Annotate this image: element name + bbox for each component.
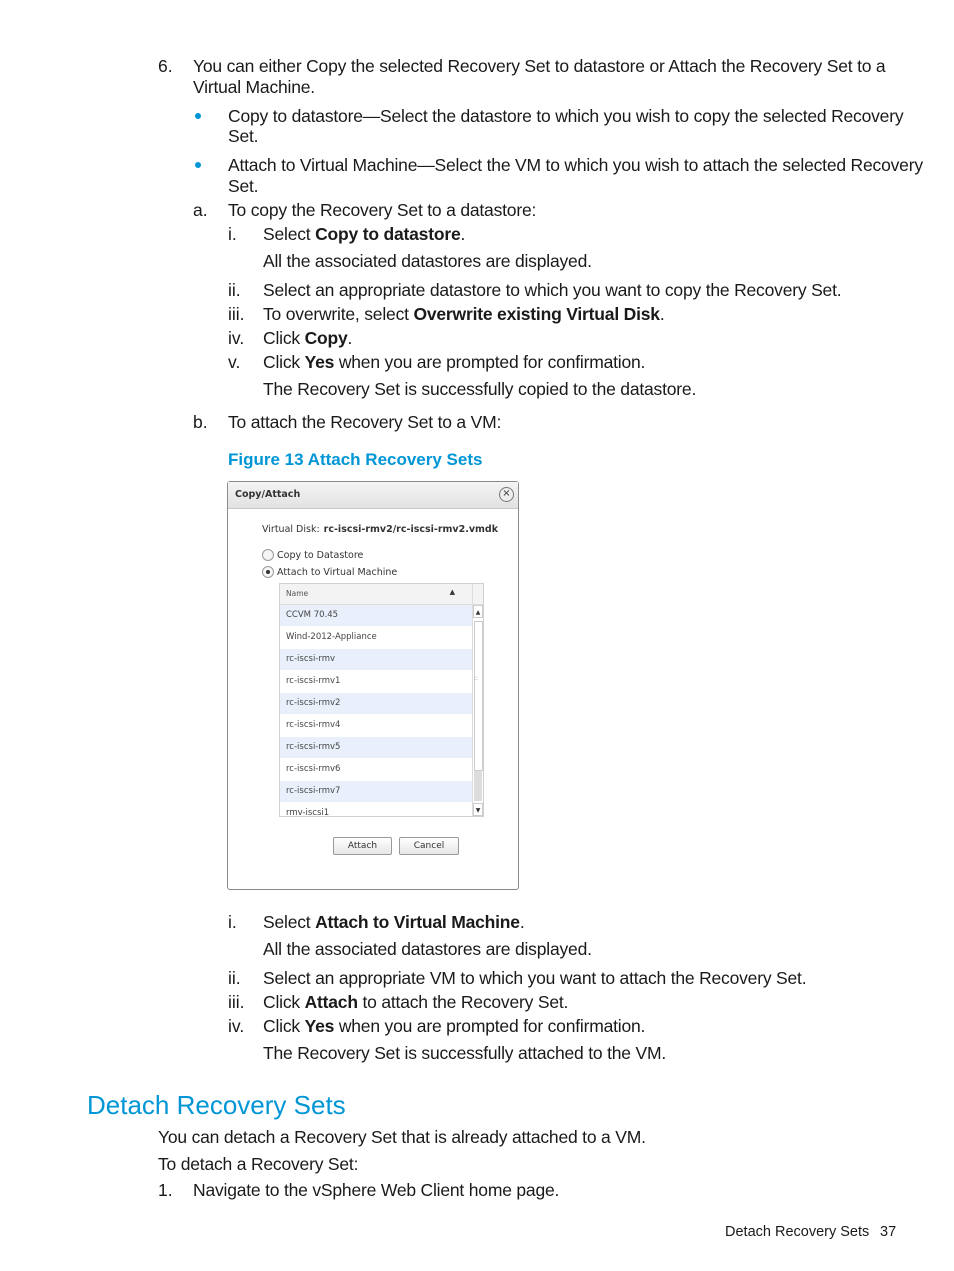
scrollbar[interactable]: ▲ :: ▼ [472, 605, 483, 816]
header-spacer [472, 584, 483, 604]
close-icon[interactable]: × [499, 487, 514, 502]
roman-number: iv. [228, 1016, 245, 1036]
roman-number: iii. [228, 992, 245, 1012]
bullet-text: Set. [228, 126, 259, 146]
step-number: 6. [158, 56, 173, 76]
instruction-note: All the associated datastores are displa… [263, 251, 592, 271]
scroll-up-icon[interactable]: ▲ [473, 605, 483, 618]
scroll-track[interactable] [474, 771, 482, 801]
instruction: Select Copy to datastore. [263, 224, 466, 244]
roman-number: i. [228, 912, 237, 932]
radio-attach-to-vm[interactable]: Attach to Virtual Machine [262, 566, 397, 578]
roman-number: ii. [228, 280, 241, 300]
instruction-note: The Recovery Set is successfully copied … [263, 379, 697, 399]
vm-list-row[interactable]: CCVM 70.45 [280, 605, 472, 627]
section-intro: You can detach a Recovery Set that is al… [158, 1127, 646, 1147]
instruction: Select Attach to Virtual Machine. [263, 912, 525, 932]
virtual-disk-label: Virtual Disk: [262, 524, 320, 535]
bullet-text: Set. [228, 176, 259, 196]
substep-text: To copy the Recovery Set to a datastore: [228, 200, 537, 220]
radio-label: Copy to Datastore [277, 549, 364, 561]
instruction-note: All the associated datastores are displa… [263, 939, 592, 959]
bullet-text: Attach to Virtual Machine—Select the VM … [228, 155, 923, 175]
attach-button[interactable]: Attach [333, 837, 392, 855]
instruction-note: The Recovery Set is successfully attache… [263, 1043, 666, 1063]
instruction: Select an appropriate datastore to which… [263, 280, 842, 300]
roman-number: ii. [228, 968, 241, 988]
substep-label: a. [193, 200, 208, 220]
radio-label: Attach to Virtual Machine [277, 566, 398, 578]
grip-icon: :: [474, 675, 479, 682]
bullet-icon [195, 113, 201, 119]
step-text: You can either Copy the selected Recover… [193, 56, 886, 76]
roman-number: iii. [228, 304, 245, 324]
vm-list-row[interactable]: rc-iscsi-rmv5 [280, 737, 472, 759]
virtual-disk-value: rc-iscsi-rmv2/rc-iscsi-rmv2.vmdk [323, 524, 499, 535]
page-number: 37 [880, 1224, 897, 1240]
vm-list-grid: Name ▲ CCVM 70.45 Wind-2012-Appliance rc-i… [279, 583, 484, 825]
sort-ascending-icon[interactable]: ▲ [450, 588, 455, 596]
copy-attach-dialog: Copy/Attach × Virtual Disk: rc-iscsi-rmv2… [227, 481, 519, 890]
radio-copy-to-datastore[interactable]: Copy to Datastore [262, 549, 363, 561]
bullet-text: Copy to datastore—Select the datastore t… [228, 106, 904, 126]
vm-list-row[interactable]: rc-iscsi-rmv6 [280, 759, 472, 781]
instruction: To overwrite, select Overwrite existing … [263, 304, 665, 324]
virtual-disk-row: Virtual Disk: rc-iscsi-rmv2/rc-iscsi-rmv2… [262, 524, 498, 535]
instruction: Click Attach to attach the Recovery Set. [263, 992, 569, 1012]
roman-number: i. [228, 224, 237, 244]
instruction: Click Yes when you are prompted for conf… [263, 1016, 646, 1036]
vm-list-row[interactable]: rc-iscsi-rmv2 [280, 693, 472, 715]
dialog-header: Copy/Attach × [228, 482, 518, 509]
bullet-icon [195, 162, 201, 168]
roman-number: iv. [228, 328, 245, 348]
substep-label: b. [193, 412, 208, 432]
scroll-down-icon[interactable]: ▼ [473, 803, 483, 816]
figure-caption: Figure 13 Attach Recovery Sets [228, 450, 483, 469]
substep-text: To attach the Recovery Set to a VM: [228, 412, 502, 432]
scroll-thumb[interactable] [474, 621, 483, 771]
step-text: Virtual Machine. [193, 77, 315, 97]
column-header-name[interactable]: Name [286, 589, 308, 598]
vm-list-row[interactable]: Wind-2012-Appliance [280, 627, 472, 649]
radio-button[interactable] [262, 549, 274, 561]
instruction: Click Copy. [263, 328, 353, 348]
roman-number: v. [228, 352, 241, 372]
section-lead: To detach a Recovery Set: [158, 1154, 359, 1174]
vm-list-row[interactable]: rc-iscsi-rmv1 [280, 671, 472, 693]
vm-list-row[interactable]: rc-iscsi-rmv4 [280, 715, 472, 737]
grid-rows: CCVM 70.45 Wind-2012-Appliance rc-iscsi-rm… [280, 605, 472, 825]
vm-list-row[interactable]: rc-iscsi-rmv [280, 649, 472, 671]
instruction: Select an appropriate VM to which you wa… [263, 968, 807, 988]
vm-list-row[interactable]: rc-iscsi-rmv7 [280, 781, 472, 803]
radio-button[interactable] [262, 566, 274, 578]
dialog-title: Copy/Attach [235, 489, 301, 500]
step-number: 1. [158, 1180, 173, 1200]
instruction: Click Yes when you are prompted for conf… [263, 352, 646, 372]
section-heading: Detach Recovery Sets [87, 1090, 346, 1120]
step-text: Navigate to the vSphere Web Client home … [193, 1180, 560, 1200]
vm-list-row[interactable]: rmv-iscsi1 [280, 803, 472, 825]
cancel-button[interactable]: Cancel [399, 837, 459, 855]
footer-section: Detach Recovery Sets [725, 1224, 870, 1240]
grid-header[interactable]: Name ▲ [280, 584, 483, 605]
